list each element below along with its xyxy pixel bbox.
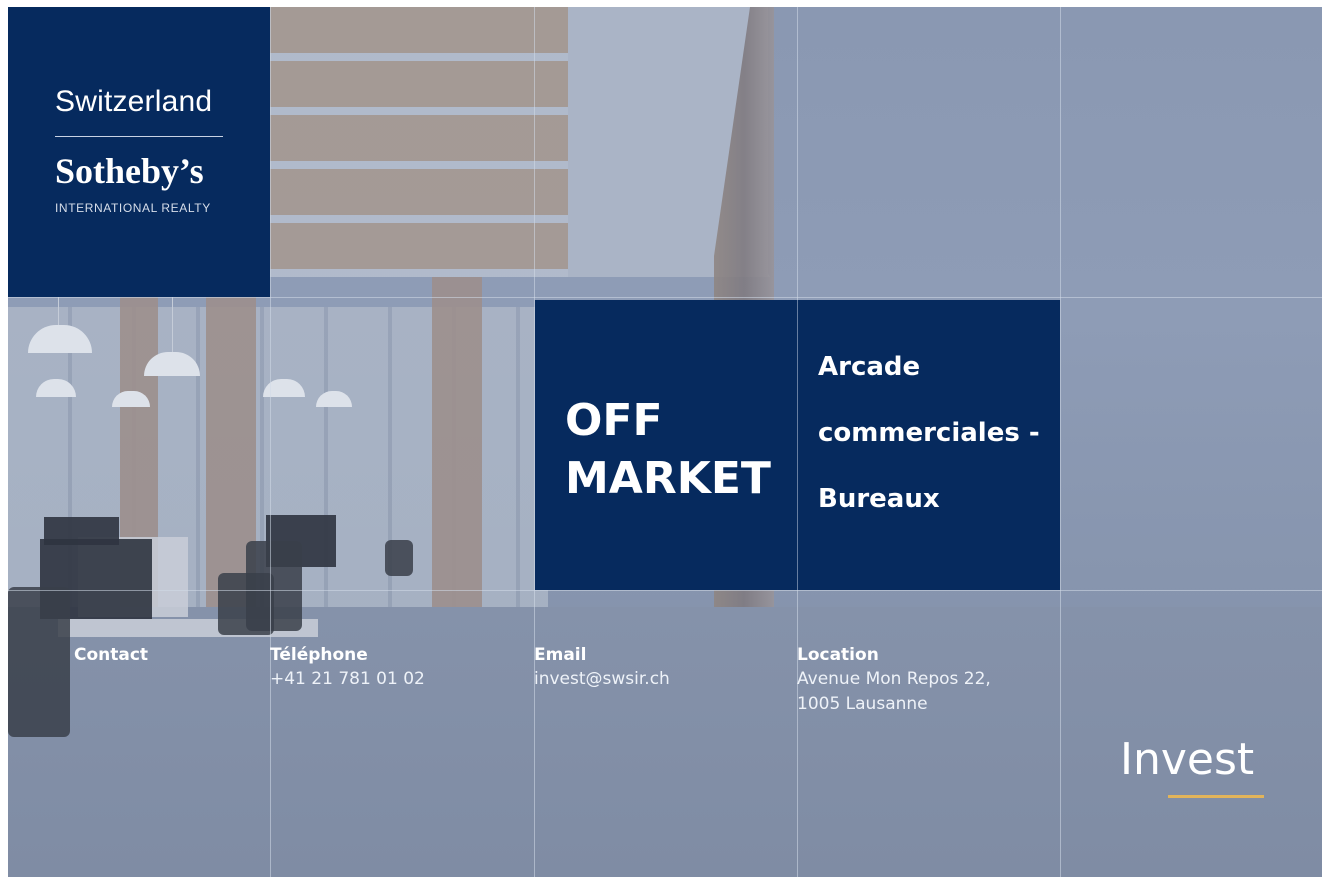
lamp-cord [172, 297, 173, 353]
off-market-title: OFF MARKET [565, 392, 771, 508]
location-value: Avenue Mon Repos 22, 1005 Lausanne [797, 667, 991, 717]
flyer-canvas: Switzerland Sotheby’s INTERNATIONAL REAL… [8, 7, 1322, 877]
wood-pillar [432, 277, 482, 607]
email-value[interactable]: invest@swsir.ch [534, 667, 670, 692]
phone-value[interactable]: +41 21 781 01 02 [270, 667, 425, 692]
grid-line [8, 297, 1322, 298]
address-line: 1005 Lausanne [797, 694, 928, 714]
logo-international-realty: INTERNATIONAL REALTY [55, 201, 211, 215]
logo-divider [55, 136, 223, 137]
panel-divider [797, 300, 798, 590]
office-chair [8, 587, 70, 737]
invest-logo-underline [1168, 795, 1264, 798]
contact-label: Contact [74, 645, 149, 665]
subtitle-line: commerciales - [818, 418, 1040, 448]
address-line: Avenue Mon Repos 22, [797, 669, 991, 689]
office-chair [385, 540, 413, 576]
subtitle-line: Bureaux [818, 484, 940, 514]
property-type: Arcade commerciales - Bureaux [818, 334, 1040, 532]
phone-label: Téléphone [270, 645, 368, 665]
title-line: MARKET [565, 453, 771, 504]
subtitle-line: Arcade [818, 352, 921, 382]
office-chair [218, 573, 274, 635]
sothebys-logo: Switzerland Sotheby’s INTERNATIONAL REAL… [8, 7, 270, 297]
location-label: Location [797, 645, 879, 665]
grid-line [270, 7, 271, 877]
grid-line [8, 590, 1322, 591]
email-label: Email [534, 645, 587, 665]
grid-line [1060, 7, 1061, 877]
title-line: OFF [565, 395, 663, 446]
invest-logo: Invest [1120, 734, 1270, 804]
invest-logo-text: Invest [1120, 734, 1255, 785]
off-market-panel: OFF MARKET Arcade commerciales - Bureaux [535, 300, 1060, 590]
lamp-cord [58, 297, 59, 327]
logo-sothebys: Sotheby’s [55, 151, 204, 191]
logo-switzerland: Switzerland [55, 85, 213, 118]
